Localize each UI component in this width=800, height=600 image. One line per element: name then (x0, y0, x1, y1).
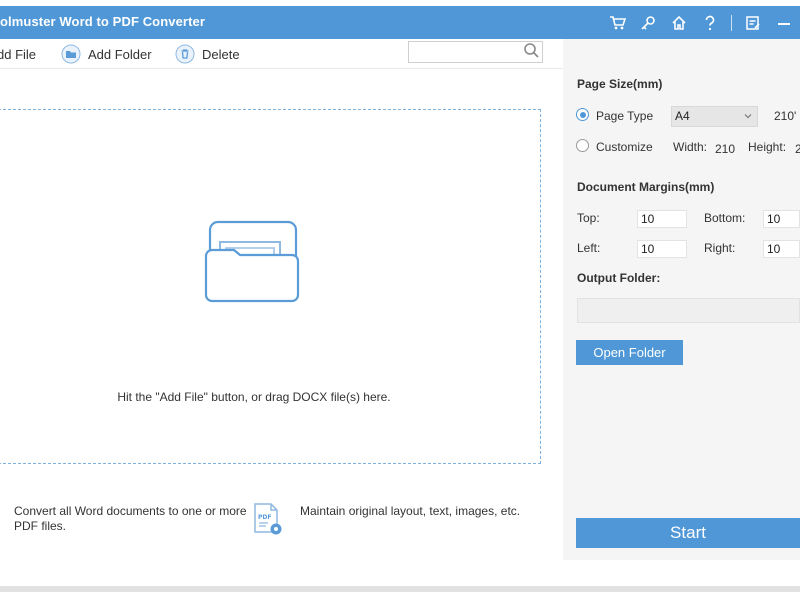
page-size-title: Page Size(mm) (577, 77, 663, 91)
feature-convert-text: Convert all Word documents to one or mor… (14, 504, 247, 533)
pdf-file-icon: PDF (252, 502, 284, 536)
settings-panel: Page Size(mm) Page Type A4 210' Customiz… (563, 39, 800, 560)
width-value[interactable]: 210 (715, 142, 735, 156)
chevron-down-icon (744, 114, 752, 119)
feature-maintain-text: Maintain original layout, text, images, … (300, 504, 521, 518)
svg-text:PDF: PDF (258, 514, 271, 521)
trash-icon (175, 44, 195, 64)
customize-label: Customize (596, 140, 653, 154)
add-folder-button[interactable]: Add Folder (61, 43, 152, 65)
right-margin-label: Right: (704, 241, 736, 255)
add-file-button[interactable]: dd File (0, 43, 36, 65)
file-toolbar: dd File Add Folder Delete (0, 39, 563, 69)
title-bar-controls (596, 6, 800, 39)
height-label: Height: (748, 140, 787, 154)
add-folder-label: Add Folder (88, 46, 152, 62)
left-margin-input[interactable]: 10 (637, 240, 687, 258)
app-title: olmuster Word to PDF Converter (0, 14, 206, 29)
cart-icon[interactable] (607, 13, 627, 33)
window-bottom-edge (0, 586, 800, 592)
feedback-icon[interactable] (743, 13, 763, 33)
search-icon[interactable] (523, 42, 540, 59)
top-margin-label: Top: (577, 211, 600, 225)
page-type-dimensions: 210' (774, 109, 797, 123)
customize-radio[interactable] (576, 139, 589, 152)
width-label: Width: (673, 140, 708, 154)
page-type-select[interactable]: A4 (671, 106, 758, 127)
key-icon[interactable] (638, 13, 658, 33)
bottom-margin-label: Bottom: (704, 211, 746, 225)
open-folder-button[interactable]: Open Folder (576, 340, 683, 365)
delete-label: Delete (202, 46, 240, 62)
title-bar: olmuster Word to PDF Converter (0, 6, 800, 39)
right-margin-input[interactable]: 10 (763, 240, 800, 258)
help-icon[interactable] (700, 13, 720, 33)
title-bar-separator (731, 14, 732, 31)
add-folder-icon (61, 44, 81, 64)
output-folder-title: Output Folder: (577, 271, 661, 285)
drop-zone[interactable]: Hit the "Add File" button, or drag DOCX … (0, 109, 541, 464)
delete-button[interactable]: Delete (175, 43, 240, 65)
top-margin-input[interactable]: 10 (637, 210, 687, 228)
height-value[interactable]: 2 (795, 142, 800, 156)
drop-hint: Hit the "Add File" button, or drag DOCX … (117, 390, 391, 404)
left-margin-label: Left: (577, 241, 601, 255)
minimize-icon[interactable] (774, 13, 794, 33)
margins-title: Document Margins(mm) (577, 180, 715, 194)
folder-icon (204, 220, 300, 304)
page-type-value: A4 (675, 109, 690, 123)
output-folder-input[interactable] (577, 298, 800, 323)
page-type-radio[interactable] (576, 108, 589, 121)
add-file-label: dd File (0, 46, 37, 62)
bottom-margin-input[interactable]: 10 (763, 210, 800, 228)
page-type-label: Page Type (596, 109, 654, 123)
file-list-area: dd File Add Folder Delete Hit the "Add F… (0, 39, 563, 560)
home-icon[interactable] (669, 13, 689, 33)
start-button[interactable]: Start (576, 518, 800, 548)
